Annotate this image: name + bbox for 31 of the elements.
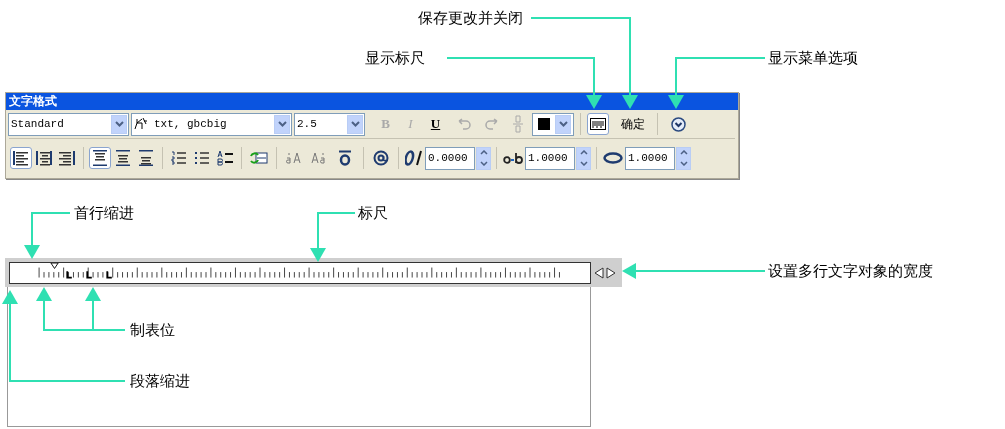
font-dropdown[interactable]: txt, gbcbig (131, 112, 292, 136)
align-button[interactable] (10, 147, 32, 169)
callout-label: 制表位 (130, 321, 175, 339)
ruler-toggle-button[interactable] (587, 113, 609, 135)
style-dropdown[interactable]: Standard (8, 112, 129, 136)
callout-label: 标尺 (358, 204, 388, 222)
callout-label: 保存更改并关闭 (418, 9, 523, 27)
underline-button[interactable]: U (425, 113, 446, 135)
tracking-field[interactable]: 1.0000 (525, 146, 575, 170)
oblique-angle-field[interactable]: 0.0000 (425, 146, 475, 170)
leader-line (24, 212, 71, 259)
oblique-angle-icon[interactable] (404, 147, 424, 169)
callout-label: 显示标尺 (365, 49, 425, 67)
callout-label: 设置多行文字对象的宽度 (768, 262, 933, 280)
ruler-drawing[interactable] (9, 261, 591, 284)
width-handle-icon[interactable] (594, 266, 616, 279)
leader-line (310, 212, 356, 262)
font-icon (134, 117, 150, 131)
vertical-align-button[interactable] (89, 147, 111, 169)
callout-label: 段落缩进 (130, 372, 190, 390)
ok-button[interactable]: 确定 (615, 113, 651, 135)
ruler-icon (590, 118, 606, 130)
color-dropdown[interactable] (532, 112, 574, 136)
callout-label: 首行缩进 (74, 204, 134, 222)
spinner-icon[interactable] (476, 146, 491, 170)
toolbar-title: 文字格式 (6, 93, 738, 110)
height-dropdown[interactable]: 2.5 (294, 112, 365, 136)
width-factor-field[interactable]: 1.0000 (625, 146, 675, 170)
spinner-icon[interactable] (576, 146, 591, 170)
spinner-icon[interactable] (676, 146, 691, 170)
callout-label: 显示菜单选项 (768, 49, 858, 67)
